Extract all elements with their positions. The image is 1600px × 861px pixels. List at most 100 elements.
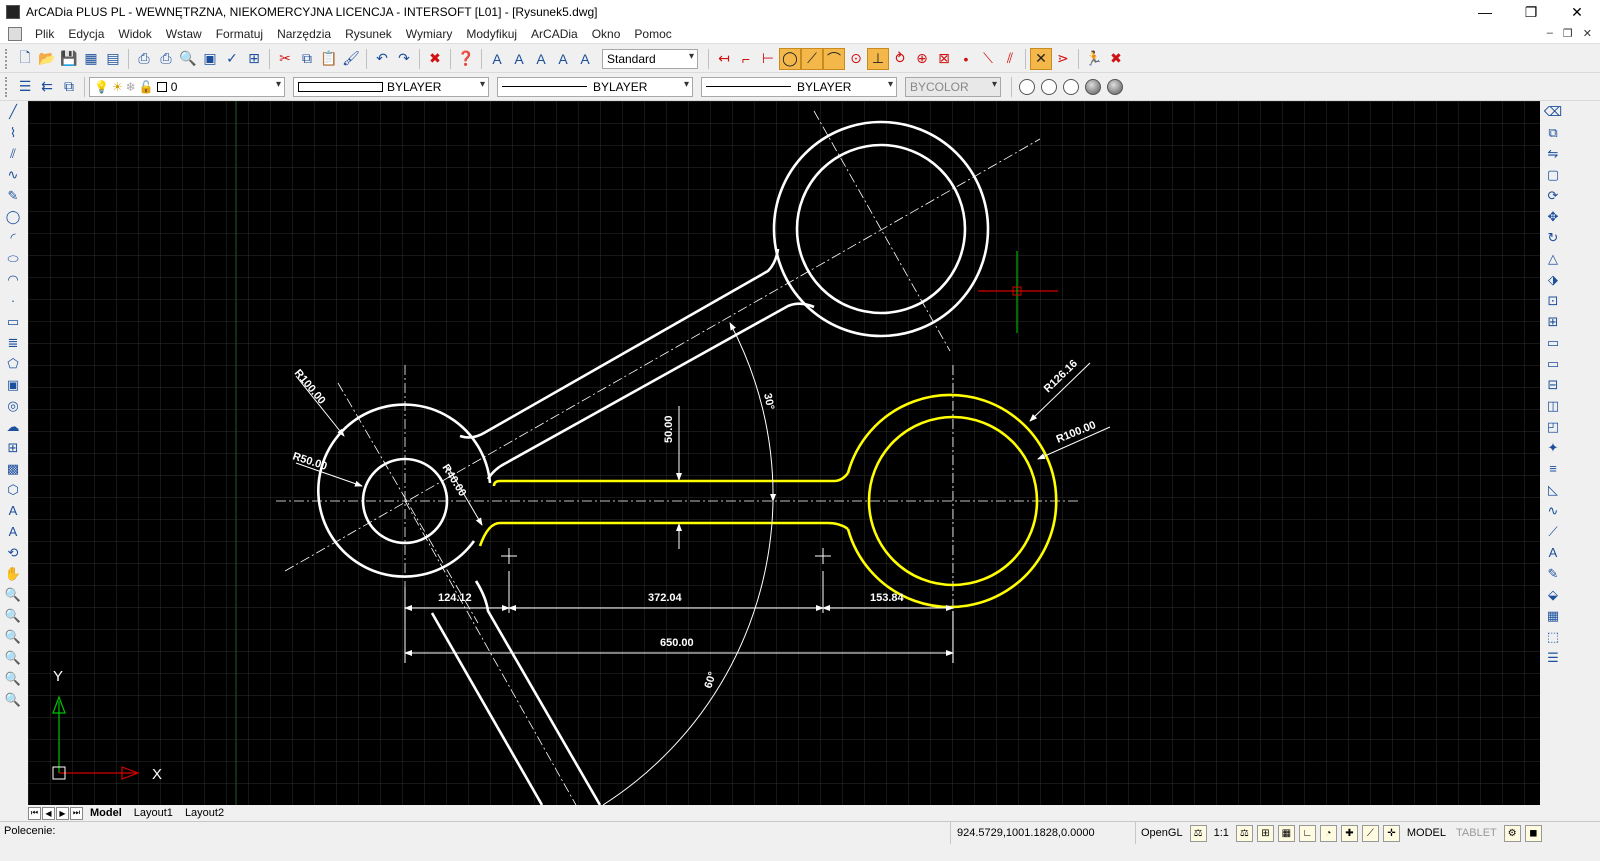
snap-center-icon[interactable]: ◯ xyxy=(779,47,801,70)
group-icon[interactable]: ⬚ xyxy=(1540,626,1566,647)
lengthen-icon[interactable]: ⊡ xyxy=(1540,290,1566,311)
preview-icon[interactable]: 🔍 xyxy=(177,48,199,70)
erase-icon[interactable]: ⌫ xyxy=(1540,101,1566,122)
menu-wymiary[interactable]: Wymiary xyxy=(399,27,460,41)
point-icon[interactable]: · xyxy=(0,290,26,311)
arc-icon[interactable]: ◜ xyxy=(0,227,26,248)
zoom-realtime-icon[interactable]: 🔍 xyxy=(0,584,26,605)
block-icon[interactable]: ⊞ xyxy=(0,437,26,458)
fillet-icon[interactable]: ◰ xyxy=(1540,416,1566,437)
snap-apparent-icon[interactable]: ⊠ xyxy=(933,48,955,70)
menu-edycja[interactable]: Edycja xyxy=(61,27,111,41)
wipeout-icon[interactable]: ⬡ xyxy=(0,479,26,500)
menu-arcadia[interactable]: ArCADia xyxy=(524,27,585,41)
print-icon[interactable]: ⎙ xyxy=(133,48,155,70)
menu-formatuj[interactable]: Formatuj xyxy=(209,27,270,41)
rotate-icon[interactable]: ↻ xyxy=(1540,227,1566,248)
draw-order-icon[interactable]: ▦ xyxy=(1540,605,1566,626)
snap-quadrant-icon[interactable]: ⌒ xyxy=(823,47,845,70)
ortho-mode-icon[interactable]: ∟ xyxy=(1298,824,1316,842)
prev-tab-icon[interactable]: ◀ xyxy=(42,806,55,820)
snap-endpoint-icon[interactable]: ↤ xyxy=(713,48,735,70)
copy-object-icon[interactable]: ⧉ xyxy=(1540,122,1566,143)
render-hidden-icon[interactable] xyxy=(1041,78,1057,95)
minimize-button[interactable]: — xyxy=(1462,0,1508,24)
line-icon[interactable]: ╱ xyxy=(0,101,26,122)
render-wireframe-icon[interactable] xyxy=(1019,78,1035,95)
properties-icon[interactable]: ✎ xyxy=(1540,563,1566,584)
snap-off-icon[interactable]: ✖ xyxy=(1105,48,1127,70)
snap-insertion-icon[interactable]: ⥁ xyxy=(889,48,911,70)
annotation-scale-icon[interactable]: ⚖ xyxy=(1189,824,1207,842)
snap-tracking-icon[interactable]: ⟋ xyxy=(1361,824,1379,842)
find-icon[interactable]: ⊞ xyxy=(243,48,265,70)
scale-label[interactable]: 1:1 xyxy=(1209,827,1234,839)
linetype-select[interactable]: BYLAYER ▾ xyxy=(497,76,693,97)
circle-icon[interactable]: ◯ xyxy=(0,206,26,227)
drawing-canvas[interactable]: 124.12 372.04 153.84 650.00 50.00 30° 60… xyxy=(28,101,1540,806)
snap-intersection-icon[interactable]: ⊢ xyxy=(757,48,779,70)
snap-nearest-icon[interactable]: ⊕ xyxy=(911,48,933,70)
snap-tangent-icon[interactable]: ⟋ xyxy=(801,47,823,70)
first-tab-icon[interactable]: ⏮ xyxy=(28,806,41,820)
text-style-select[interactable]: Standard ▾ xyxy=(602,48,698,69)
toolbar-grip[interactable] xyxy=(5,48,11,69)
mirror-icon[interactable]: ⇋ xyxy=(1540,143,1566,164)
match-icon[interactable]: ⬙ xyxy=(1540,584,1566,605)
layer-select[interactable]: 💡 ☀ ❄ 🔓 0 ▾ xyxy=(89,76,285,97)
toolbar-grip[interactable] xyxy=(5,76,11,97)
zoom-out-icon[interactable]: 🔍 xyxy=(0,689,26,710)
stretch-icon[interactable]: ⬗ xyxy=(1540,269,1566,290)
next-tab-icon[interactable]: ▶ xyxy=(56,806,69,820)
render-flat-icon[interactable] xyxy=(1063,78,1079,95)
renderer-label[interactable]: OpenGL xyxy=(1136,827,1188,839)
publish-icon[interactable]: ▣ xyxy=(199,48,221,70)
zoom-window-icon[interactable]: 🔍 xyxy=(0,605,26,626)
undo-icon[interactable]: ↶ xyxy=(371,48,393,70)
redo-icon[interactable]: ↷ xyxy=(393,48,415,70)
menu-modyfikuj[interactable]: Modyfikuj xyxy=(459,27,524,41)
grid-mode-icon[interactable]: ▦ xyxy=(1277,824,1295,842)
menu-widok[interactable]: Widok xyxy=(111,27,158,41)
lineweight-select[interactable]: BYLAYER ▾ xyxy=(701,76,897,97)
menu-narzedzia[interactable]: Narzędzia xyxy=(270,27,338,41)
snap-point-icon[interactable]: • xyxy=(955,48,977,70)
open-file-icon[interactable]: 📂 xyxy=(36,48,58,70)
polar-tracking-icon[interactable]: ◔ xyxy=(1319,824,1337,842)
close-button[interactable]: ✕ xyxy=(1554,0,1600,24)
mtext-icon[interactable]: A xyxy=(0,521,26,542)
break-icon[interactable]: ▭ xyxy=(1540,353,1566,374)
join-icon[interactable]: ⊟ xyxy=(1540,374,1566,395)
offset-icon[interactable]: ▢ xyxy=(1540,164,1566,185)
explode-icon[interactable]: ✦ xyxy=(1540,437,1566,458)
settings-gear-icon[interactable]: ⚙ xyxy=(1503,824,1521,842)
zoom-previous-icon[interactable]: 🔍 xyxy=(0,626,26,647)
lineweight-display-icon[interactable]: ✛ xyxy=(1382,824,1400,842)
donut-icon[interactable]: ◎ xyxy=(0,395,26,416)
trim-icon[interactable]: ⊞ xyxy=(1540,311,1566,332)
delete-icon[interactable]: ✖ xyxy=(424,48,446,70)
menu-pomoc[interactable]: Pomoc xyxy=(627,27,678,41)
annotation-visibility-icon[interactable]: ⚖ xyxy=(1235,824,1253,842)
menu-wstaw[interactable]: Wstaw xyxy=(159,27,209,41)
menu-plik[interactable]: Plik xyxy=(28,27,61,41)
document-icon[interactable] xyxy=(8,26,22,41)
object-snap-icon[interactable]: ✚ xyxy=(1340,824,1358,842)
list-icon[interactable]: ☰ xyxy=(1540,647,1566,668)
align-icon[interactable]: ≡ xyxy=(1540,458,1566,479)
menu-okno[interactable]: Okno xyxy=(585,27,628,41)
paste-icon[interactable]: 📋 xyxy=(318,48,340,70)
rectangle-icon[interactable]: ▭ xyxy=(0,311,26,332)
regen-icon[interactable]: ⟲ xyxy=(0,542,26,563)
zoom-extents-icon[interactable]: 🔍 xyxy=(0,647,26,668)
text-icon[interactable]: A xyxy=(0,500,26,521)
menu-rysunek[interactable]: Rysunek xyxy=(338,27,399,41)
multiline-icon[interactable]: ⫽ xyxy=(0,143,26,164)
polyline-icon[interactable]: ⌇ xyxy=(0,122,26,143)
ellipse-arc-icon[interactable]: ◠ xyxy=(0,269,26,290)
snap-extension-icon[interactable]: ⟍ xyxy=(977,48,999,70)
templates-icon[interactable]: ▤ xyxy=(102,48,124,70)
zoom-in-icon[interactable]: 🔍 xyxy=(0,668,26,689)
snap-mode-icon[interactable]: ⊞ xyxy=(1256,824,1274,842)
edit-text-style-icon[interactable]: A xyxy=(1540,542,1566,563)
